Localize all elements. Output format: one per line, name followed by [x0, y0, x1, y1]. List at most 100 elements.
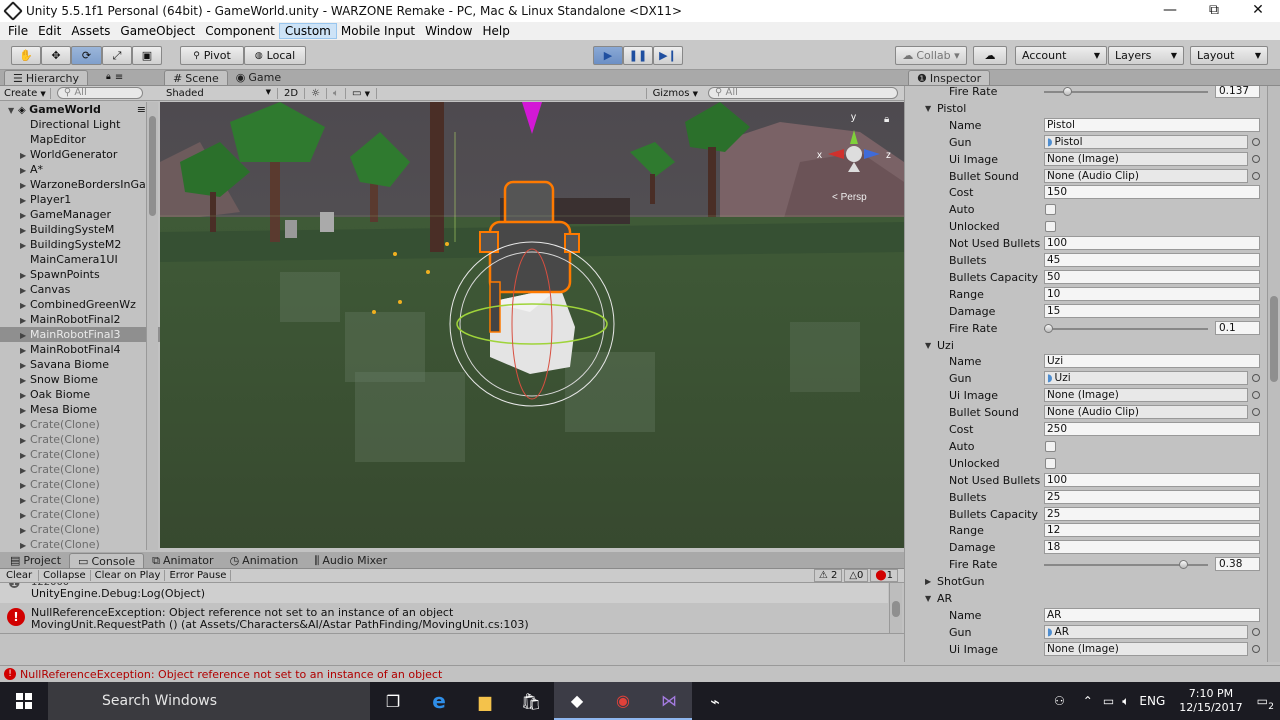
hierarchy-item[interactable]: ▶ Crate(Clone) — [0, 537, 160, 552]
slider-knob[interactable] — [1044, 323, 1053, 333]
auto-checkbox[interactable] — [1045, 440, 1056, 452]
gun-object-field[interactable]: ◗ Pistol — [1044, 134, 1248, 149]
fold-arrow-icon[interactable]: ▶ — [20, 328, 30, 342]
unlocked-checkbox[interactable] — [1045, 221, 1056, 233]
hierarchy-item[interactable]: MapEditor — [0, 132, 160, 147]
warning-filter-button[interactable]: ⚠ 2 — [813, 569, 843, 582]
menu-edit[interactable]: Edit — [33, 24, 66, 38]
scale-tool-button[interactable]: ⤢ — [102, 46, 132, 65]
notification-icon[interactable]: ▭ 2 — [1257, 694, 1274, 712]
hierarchy-item[interactable]: ▶ Mesa Biome — [0, 402, 160, 417]
close-button[interactable]: ✕ — [1236, 0, 1280, 22]
fold-arrow-icon[interactable]: ▶ — [20, 313, 30, 327]
scrollbar-thumb[interactable] — [1270, 296, 1278, 382]
slider-knob[interactable] — [1062, 87, 1072, 96]
hierarchy-item[interactable]: ▶ Crate(Clone) — [0, 432, 160, 447]
fold-arrow-icon[interactable]: ▶ — [20, 493, 30, 507]
fold-arrow-icon[interactable]: ▶ — [20, 208, 30, 222]
taskbar-search[interactable]: Search Windows — [48, 682, 370, 720]
range-field[interactable]: 10 — [1044, 286, 1260, 301]
hierarchy-item[interactable]: ▶ Savana Biome — [0, 357, 160, 372]
tab-project[interactable]: ▤ Project — [2, 553, 69, 568]
ui-image-object-field[interactable]: None (Image) — [1044, 641, 1248, 656]
section-header-pistol[interactable]: Pistol — [937, 102, 966, 115]
bullet-sound-object-field[interactable]: None (Audio Clip) — [1044, 405, 1248, 420]
fold-arrow-icon[interactable]: ▶ — [20, 418, 30, 432]
hierarchy-item[interactable]: ▶ SpawnPoints — [0, 267, 160, 282]
visual-studio-icon[interactable]: ⋈ — [646, 682, 692, 720]
fold-arrow-icon[interactable]: ▶ — [20, 478, 30, 492]
tab-inspector[interactable]: ❶ Inspector — [908, 70, 991, 85]
collapse-button[interactable]: Collapse — [39, 570, 91, 581]
local-toggle[interactable]: ◍ Local — [244, 46, 306, 65]
section-header-uzi[interactable]: Uzi — [937, 339, 954, 352]
object-picker-icon[interactable] — [1252, 374, 1260, 383]
object-picker-icon[interactable] — [1252, 644, 1260, 653]
fire-rate-slider[interactable] — [1044, 87, 1208, 96]
hierarchy-item[interactable]: ▶ Canvas — [0, 282, 160, 297]
damage-field[interactable]: 18 — [1044, 540, 1260, 555]
object-picker-icon[interactable] — [1252, 408, 1260, 417]
cloud-services-button[interactable]: ☁ — [973, 46, 1007, 65]
menu-file[interactable]: File — [3, 24, 33, 38]
clear-on-play-button[interactable]: Clear on Play — [91, 570, 166, 581]
network-icon[interactable]: ▭ — [1103, 694, 1114, 708]
cost-field[interactable]: 150 — [1044, 185, 1260, 200]
fold-arrow-icon[interactable]: ▶ — [20, 163, 30, 177]
hierarchy-item[interactable]: ▶ MainRobotFinal3 — [0, 327, 160, 342]
ui-image-object-field[interactable]: None (Image) — [1044, 388, 1248, 403]
section-header-shotgun[interactable]: ShotGun — [937, 575, 984, 588]
light-toggle-icon[interactable]: ☼ — [305, 87, 328, 99]
bullet-sound-object-field[interactable]: None (Audio Clip) — [1044, 168, 1248, 183]
fire-rate-slider[interactable] — [1044, 560, 1208, 570]
hierarchy-item[interactable]: ▶ MainRobotFinal4 — [0, 342, 160, 357]
damage-field[interactable]: 15 — [1044, 303, 1260, 318]
fire-rate-value[interactable]: 0.38 — [1215, 557, 1260, 572]
hierarchy-item[interactable]: ▶ Snow Biome — [0, 372, 160, 387]
range-field[interactable]: 12 — [1044, 523, 1260, 538]
name-field[interactable]: AR — [1044, 607, 1260, 622]
fold-arrow-icon[interactable]: ▶ — [20, 223, 30, 237]
menu-help[interactable]: Help — [477, 24, 514, 38]
unity-taskbar-icon[interactable]: ◆ — [554, 682, 600, 720]
hierarchy-item[interactable]: ▶ GameManager — [0, 207, 160, 222]
effects-dropdown[interactable]: ▭ ▼ — [346, 87, 378, 99]
fold-arrow-icon[interactable]: ▶ — [20, 523, 30, 537]
fold-arrow-icon[interactable]: ▶ — [20, 463, 30, 477]
pause-button[interactable]: ❚❚ — [623, 46, 653, 65]
fold-arrow-icon[interactable]: ▶ — [20, 538, 30, 552]
hierarchy-scrollbar[interactable] — [146, 102, 158, 550]
hand-tool-button[interactable]: ✋ — [11, 46, 41, 65]
hierarchy-item[interactable]: ▶ Crate(Clone) — [0, 522, 160, 537]
gun-object-field[interactable]: ◗ AR — [1044, 624, 1248, 639]
tab-animation[interactable]: ◷ Animation — [222, 553, 307, 568]
edge-icon[interactable]: e — [416, 682, 462, 720]
collab-button[interactable]: ☁ Collab ▾ — [895, 46, 967, 65]
tab-audio-mixer[interactable]: ⫼ Audio Mixer — [306, 553, 395, 568]
hierarchy-item[interactable]: ▶ Crate(Clone) — [0, 447, 160, 462]
fire-rate-slider[interactable] — [1044, 323, 1208, 333]
layout-dropdown[interactable]: Layout ▼ — [1190, 46, 1268, 65]
fold-arrow-icon[interactable]: ▶ — [20, 403, 30, 417]
object-picker-icon[interactable] — [1252, 391, 1260, 400]
hierarchy-search-input[interactable]: ⚲ All — [56, 87, 143, 99]
chevron-up-icon[interactable]: ⌃ — [1083, 694, 1093, 708]
scene-root-item[interactable]: ▼ ◈ GameWorld ≡ — [0, 102, 160, 117]
menu-assets[interactable]: Assets — [66, 24, 115, 38]
menu-window[interactable]: Window — [420, 24, 477, 38]
menu-mobile-input[interactable]: Mobile Input — [336, 24, 420, 38]
create-dropdown[interactable]: Create ▼ — [0, 87, 51, 99]
account-dropdown[interactable]: Account ▼ — [1015, 46, 1107, 65]
hierarchy-item[interactable]: ▶ WorldGenerator — [0, 147, 160, 162]
hierarchy-item[interactable]: ▶ Player1 — [0, 192, 160, 207]
fold-arrow-icon[interactable]: ▶ — [20, 298, 30, 312]
tab-scene[interactable]: # Scene — [164, 70, 228, 85]
tab-animator[interactable]: ⧉ Animator — [144, 553, 221, 568]
audio-toggle-icon[interactable]: 🔈︎ — [327, 87, 347, 99]
fold-arrow-icon[interactable]: ▶ — [20, 238, 30, 252]
panel-menu-icon[interactable]: ≡ — [115, 70, 123, 85]
fold-arrow-icon[interactable]: ▶ — [20, 508, 30, 522]
play-button[interactable]: ▶ — [593, 46, 623, 65]
fold-arrow-icon[interactable]: ▶ — [20, 268, 30, 282]
clear-button[interactable]: Clear — [0, 570, 40, 581]
